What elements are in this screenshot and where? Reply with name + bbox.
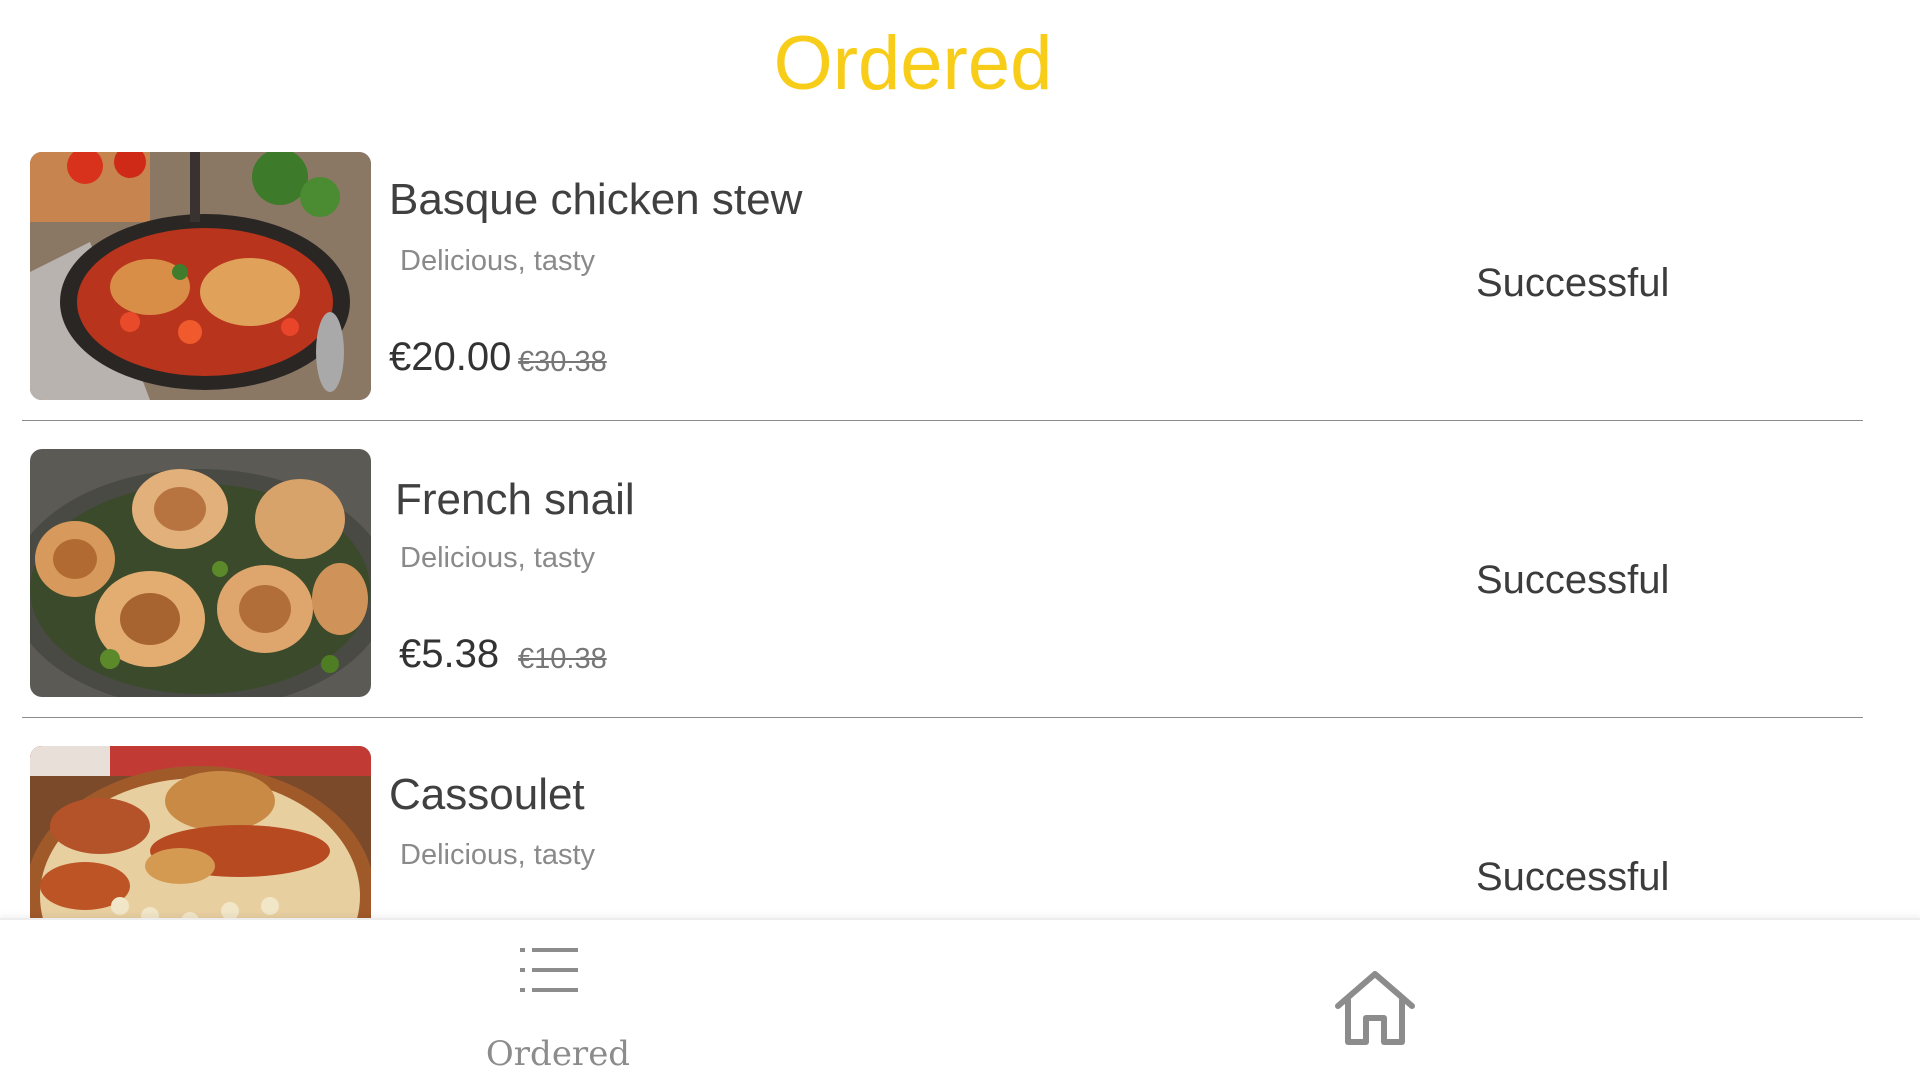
home-icon: [1335, 971, 1415, 1045]
tab-home[interactable]: [1330, 964, 1420, 1054]
current-price: €5.38: [399, 632, 500, 676]
ordered-page: Ordered Basque chicken stew Delicious, t…: [0, 0, 1920, 1080]
dish-image-french-snail: [30, 449, 371, 697]
list-icon: [520, 948, 578, 992]
dish-name: Basque chicken stew: [389, 175, 803, 224]
order-item-cassoulet[interactable]: Cassoulet Delicious, tasty Successful: [0, 744, 1920, 918]
dish-name: French snail: [395, 475, 635, 524]
dish-name: Cassoulet: [389, 770, 585, 819]
original-price: €10.38: [518, 643, 607, 675]
row-divider: [22, 420, 1863, 421]
dish-description: Delicious, tasty: [400, 542, 596, 574]
current-price: €20.00: [389, 335, 512, 379]
order-item-basque-chicken-stew[interactable]: Basque chicken stew Delicious, tasty €20…: [0, 150, 1920, 447]
dish-image-cassoulet: [30, 746, 371, 918]
tab-ordered[interactable]: Ordered: [470, 944, 646, 1074]
dish-description: Delicious, tasty: [400, 245, 596, 277]
page-title: Ordered: [773, 21, 1053, 106]
order-list[interactable]: Basque chicken stew Delicious, tasty €20…: [0, 150, 1920, 918]
original-price: €30.38: [518, 346, 607, 378]
order-item-french-snail[interactable]: French snail Delicious, tasty €5.38 €10.…: [0, 447, 1920, 744]
row-divider: [22, 717, 1863, 718]
bottom-tab-bar: Ordered: [0, 918, 1920, 1080]
dish-description: Delicious, tasty: [400, 839, 596, 871]
order-status: Successful: [1476, 855, 1670, 899]
order-status: Successful: [1476, 261, 1670, 305]
order-status: Successful: [1476, 558, 1670, 602]
dish-image-basque-chicken-stew: [30, 152, 371, 400]
tab-ordered-label: Ordered: [485, 1034, 631, 1074]
